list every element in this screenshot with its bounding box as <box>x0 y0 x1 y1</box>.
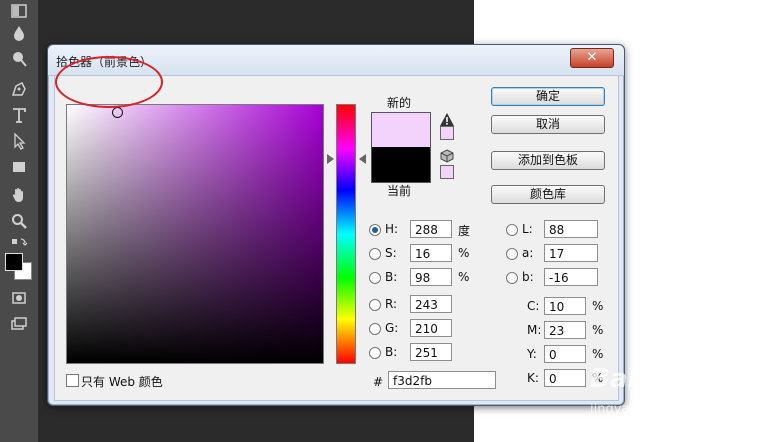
hue-label: H: <box>385 222 399 236</box>
lab-a-radio[interactable] <box>506 248 518 260</box>
saturation-row: S: 16 % <box>369 244 509 264</box>
lab-a-row: a: 17 <box>506 244 616 264</box>
saturation-label: S: <box>385 246 397 260</box>
cyan-label: C: <box>527 299 540 313</box>
paw-icon <box>638 368 659 386</box>
magenta-label: M: <box>527 323 542 337</box>
brightness-radio[interactable] <box>369 272 381 284</box>
red-radio[interactable] <box>369 299 381 311</box>
toolbar <box>0 0 38 442</box>
hex-input[interactable]: f3d2fb <box>388 371 496 389</box>
cyan-unit: % <box>592 299 604 313</box>
lab-b-radio[interactable] <box>506 272 518 284</box>
hand-icon[interactable] <box>7 184 31 206</box>
blue-row: B: 251 <box>369 343 509 363</box>
yellow-label: Y: <box>527 347 537 361</box>
saturation-input[interactable]: 16 <box>410 244 452 262</box>
gamut-color-swatch[interactable] <box>440 126 454 140</box>
current-color-label: 当前 <box>387 184 412 198</box>
brightness-label: B: <box>385 270 398 284</box>
red-input[interactable]: 243 <box>410 295 452 313</box>
red-row: R: 243 <box>369 295 509 315</box>
green-label: G: <box>385 321 399 335</box>
brightness-row: B: 98 % <box>369 268 509 288</box>
screen-mode-icon[interactable] <box>7 313 31 335</box>
blur-drop-icon[interactable] <box>7 22 31 44</box>
zoom-icon[interactable] <box>7 210 31 232</box>
watermark: Bai 经验 jingyan.baidu.com <box>590 362 766 442</box>
web-cube-icon <box>440 149 454 163</box>
lab-l-row: L: 88 <box>506 220 616 240</box>
hex-label: # <box>373 375 384 389</box>
web-only-checkbox[interactable] <box>66 374 79 387</box>
dodge-icon[interactable] <box>7 48 31 70</box>
magenta-input[interactable]: 23 <box>544 321 586 339</box>
lab-b-row: b: -16 <box>506 268 616 288</box>
new-color-swatch <box>371 112 431 148</box>
hue-slider[interactable] <box>336 104 356 364</box>
lab-l-radio[interactable] <box>506 224 518 236</box>
hue-unit: 度 <box>458 224 471 238</box>
cancel-button[interactable]: 取消 <box>491 115 605 134</box>
lab-a-input[interactable]: 17 <box>544 244 598 262</box>
current-color-swatch[interactable] <box>371 147 431 183</box>
new-color-label: 新的 <box>387 96 412 110</box>
swap-colors-icon[interactable] <box>7 233 31 255</box>
rectangle-icon[interactable] <box>7 156 31 178</box>
add-to-swatches-button[interactable]: 添加到色板 <box>491 151 605 170</box>
cyan-input[interactable]: 10 <box>544 297 586 315</box>
hue-slider-handle-left[interactable] <box>327 154 334 164</box>
watermark-url: jingyan.baidu.com <box>590 402 710 417</box>
saturation-unit: % <box>458 246 470 260</box>
hue-radio[interactable] <box>369 224 381 236</box>
red-label: R: <box>385 297 398 311</box>
lab-l-input[interactable]: 88 <box>544 220 598 238</box>
hue-slider-handle-right[interactable] <box>359 154 366 164</box>
hue-input[interactable]: 288 <box>410 220 452 238</box>
web-only-label: 只有 Web 颜色 <box>81 375 163 389</box>
ok-button[interactable]: 确定 <box>491 87 605 106</box>
lab-b-input[interactable]: -16 <box>544 268 598 286</box>
green-radio[interactable] <box>369 323 381 335</box>
yellow-unit: % <box>592 347 604 361</box>
lab-l-label: L: <box>522 222 533 236</box>
green-input[interactable]: 210 <box>410 319 452 337</box>
blue-label: B: <box>385 345 398 359</box>
blue-input[interactable]: 251 <box>410 343 452 361</box>
blue-radio[interactable] <box>369 347 381 359</box>
dialog-content: 新的 当前 确定 取消 添加到色板 颜色库 H: 288 度 S: 16 % B… <box>54 75 619 401</box>
web-safe-color-swatch[interactable] <box>440 165 454 179</box>
black-label: K: <box>527 371 539 385</box>
gradient-icon[interactable] <box>7 0 31 22</box>
lab-a-label: a: <box>522 246 534 260</box>
pen-icon[interactable] <box>7 78 31 100</box>
lab-b-label: b: <box>522 270 534 284</box>
color-picker-cursor[interactable] <box>112 107 123 118</box>
annotation-highlight <box>55 56 163 108</box>
cyan-row: C: 10 % <box>527 297 617 317</box>
type-icon[interactable] <box>7 104 31 126</box>
brightness-unit: % <box>458 270 470 284</box>
magenta-unit: % <box>592 323 604 337</box>
watermark-brand-suffix: 经验 <box>660 368 705 393</box>
black-input[interactable]: 0 <box>544 369 586 387</box>
yellow-input[interactable]: 0 <box>544 345 586 363</box>
magenta-row: M: 23 % <box>527 321 617 341</box>
path-select-icon[interactable] <box>7 130 31 152</box>
color-field[interactable] <box>66 104 324 364</box>
watermark-brand: Bai <box>590 364 637 394</box>
green-row: G: 210 <box>369 319 509 339</box>
close-button[interactable]: ✕ <box>570 48 614 68</box>
color-libraries-button[interactable]: 颜色库 <box>491 185 605 204</box>
foreground-color-swatch[interactable] <box>5 253 23 271</box>
brightness-input[interactable]: 98 <box>410 268 452 286</box>
hue-row: H: 288 度 <box>369 220 509 240</box>
saturation-radio[interactable] <box>369 248 381 260</box>
quick-mask-icon[interactable] <box>7 287 31 309</box>
